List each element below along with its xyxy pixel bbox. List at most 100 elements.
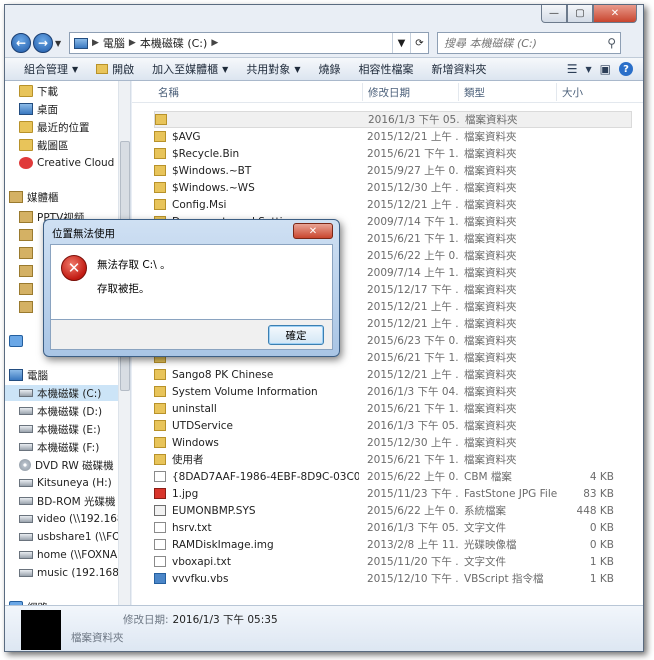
column-divider[interactable]	[556, 83, 557, 101]
nav-item-network-usbshare[interactable]: usbshare1 (\\FOX	[19, 529, 127, 545]
nav-item-recent-places[interactable]: 最近的位置	[19, 119, 90, 135]
include-in-library-button[interactable]: 加入至媒體櫃 ▼	[143, 58, 237, 80]
nav-item-kitsuneya[interactable]: Kitsuneya (H:)	[19, 475, 112, 491]
file-name: {8DAD7AAF-1986-4EBF-8D9C-03C049...	[172, 470, 359, 483]
dialog-close-button[interactable]: ✕	[293, 223, 333, 239]
file-row[interactable]: 2016/1/3 下午 05... 檔案資料夾	[154, 111, 632, 128]
burn-button[interactable]: 燒錄	[309, 58, 349, 80]
file-date: 2015/12/30 上午 ...	[367, 437, 459, 449]
nav-item-computer[interactable]: 電腦	[9, 367, 48, 383]
back-button[interactable]: ←	[11, 33, 31, 53]
file-row[interactable]: Config.Msi 2015/12/21 上午 ... 檔案資料夾	[154, 196, 632, 213]
ok-button[interactable]: 確定	[268, 325, 324, 345]
file-date: 2016/1/3 下午 05...	[368, 114, 460, 126]
help-icon[interactable]: ?	[619, 62, 633, 76]
maximize-button[interactable]: ▢	[567, 5, 593, 23]
file-row[interactable]: uninstall 2015/6/21 下午 1... 檔案資料夾	[154, 400, 632, 417]
file-type: 光碟映像檔	[464, 539, 517, 551]
folder-icon	[154, 182, 166, 193]
address-history-dropdown[interactable]: ▼	[392, 33, 410, 53]
file-row[interactable]: $AVG 2015/12/21 上午 ... 檔案資料夾	[154, 128, 632, 145]
nav-item-bd-rom[interactable]: BD-ROM 光碟機	[19, 493, 116, 509]
file-row[interactable]: vvvfku.vbs 2015/12/10 下午 ... VBScript 指令檔 1…	[154, 570, 632, 587]
nav-item-network-home[interactable]: home (\\FOXNA	[19, 547, 117, 563]
file-row[interactable]: RAMDiskImage.img 2013/2/8 上午 11... 光碟映像檔 0 …	[154, 536, 632, 553]
file-type: 檔案資料夾	[464, 437, 517, 449]
breadcrumb-local-disk-c[interactable]: 本機磁碟 (C:)	[140, 35, 207, 51]
nav-item-creative-cloud[interactable]: Creative Cloud F	[19, 155, 124, 171]
file-name-cell: {8DAD7AAF-1986-4EBF-8D9C-03C049...	[154, 471, 359, 483]
file-row[interactable]: 1.jpg 2015/11/23 下午 ... FastStone JPG File…	[154, 485, 632, 502]
nav-item-drive-d[interactable]: 本機磁碟 (D:)	[19, 403, 102, 419]
column-header-name[interactable]: 名稱	[158, 85, 179, 100]
nav-item-drive-c[interactable]: 本機磁碟 (C:)	[5, 385, 119, 401]
nav-item-library-hidden-5[interactable]	[19, 299, 37, 315]
file-date: 2013/2/8 上午 11...	[367, 539, 459, 551]
file-row[interactable]: System Volume Information 2016/1/3 下午 04.…	[154, 383, 632, 400]
file-date: 2015/12/21 上午 ...	[367, 301, 459, 313]
view-options-icon[interactable]: ☰	[567, 62, 578, 76]
minimize-button[interactable]: —	[541, 5, 567, 23]
file-name: System Volume Information	[172, 385, 318, 398]
breadcrumb-computer[interactable]: 電腦	[103, 35, 125, 51]
address-bar[interactable]: ▶ 電腦 ▶ 本機磁碟 (C:) ▶ ▼ ⟳	[69, 32, 429, 54]
nav-item-desktop[interactable]: 桌面	[19, 101, 58, 117]
search-input[interactable]	[444, 36, 594, 50]
file-row[interactable]: Windows 2015/12/30 上午 ... 檔案資料夾	[154, 434, 632, 451]
share-with-button[interactable]: 共用對象 ▼	[237, 58, 309, 80]
file-row[interactable]: $Windows.~BT 2015/9/27 上午 0... 檔案資料夾	[154, 162, 632, 179]
recent-pages-dropdown[interactable]: ▼	[55, 39, 65, 48]
organize-button[interactable]: 組合管理 ▼	[15, 58, 87, 80]
file-row[interactable]: vboxapi.txt 2015/11/20 下午 ... 文字文件 1 KB	[154, 553, 632, 570]
nav-item-drive-f[interactable]: 本機磁碟 (F:)	[19, 439, 99, 455]
close-button[interactable]: ✕	[593, 5, 637, 23]
column-header-size[interactable]: 大小	[562, 85, 583, 100]
search-box[interactable]: ⚲	[437, 32, 621, 54]
nav-item-network-video[interactable]: video (\\192.168	[19, 511, 124, 527]
file-row[interactable]: hsrv.txt 2016/1/3 下午 05... 文字文件 0 KB	[154, 519, 632, 536]
view-dropdown-icon[interactable]: ▼	[586, 65, 592, 74]
dialog-message-primary: 無法存取 C:\ 。	[97, 259, 171, 271]
file-row[interactable]: Sango8 PK Chinese 2015/12/21 上午 ... 檔案資料夾	[154, 366, 632, 383]
file-row[interactable]: $Windows.~WS 2015/12/30 上午 ... 檔案資料夾	[154, 179, 632, 196]
file-type: 檔案資料夾	[464, 369, 517, 381]
nav-item-library-hidden-1[interactable]	[19, 227, 37, 243]
column-divider[interactable]	[458, 83, 459, 101]
file-row[interactable]: UTDService 2016/1/3 下午 05... 檔案資料夾	[154, 417, 632, 434]
breadcrumb-separator[interactable]: ▶	[211, 38, 218, 48]
column-header-date[interactable]: 修改日期	[368, 85, 410, 100]
nav-item-downloads[interactable]: 下載	[19, 83, 58, 99]
nav-item-library-hidden-4[interactable]	[19, 281, 37, 297]
nav-item-homegroup[interactable]	[9, 333, 27, 349]
nav-item-library-hidden-2[interactable]	[19, 245, 37, 261]
file-name: hsrv.txt	[172, 521, 212, 534]
file-date: 2016/1/3 下午 05...	[367, 522, 459, 534]
desktop-icon	[19, 103, 33, 115]
file-row[interactable]: EUMONBMP.SYS 2015/6/22 上午 0... 系統檔案 448 KB	[154, 502, 632, 519]
nav-item-network-music[interactable]: music (192.168.1	[19, 565, 129, 581]
column-header-type[interactable]: 類型	[464, 85, 485, 100]
nav-item-library-hidden-3[interactable]	[19, 263, 37, 279]
nav-label: usbshare1 (\\FOX	[37, 531, 127, 543]
breadcrumb-separator[interactable]: ▶	[92, 38, 99, 48]
search-icon[interactable]: ⚲	[607, 36, 616, 50]
new-folder-label: 新增資料夾	[431, 63, 487, 76]
breadcrumb-separator[interactable]: ▶	[129, 38, 136, 48]
file-row[interactable]: $Recycle.Bin 2015/6/21 下午 1... 檔案資料夾	[154, 145, 632, 162]
nav-label: 本機磁碟 (F:)	[37, 441, 100, 454]
preview-pane-icon[interactable]: ▣	[600, 62, 611, 76]
compatibility-files-button[interactable]: 相容性檔案	[349, 58, 422, 80]
nav-item-libraries[interactable]: 媒體櫃	[9, 189, 59, 205]
file-name-cell: System Volume Information	[154, 386, 359, 398]
new-folder-button[interactable]: 新增資料夾	[422, 58, 495, 80]
column-divider[interactable]	[362, 83, 363, 101]
nav-item-screenshots[interactable]: 截圖區	[19, 137, 69, 153]
file-row[interactable]: {8DAD7AAF-1986-4EBF-8D9C-03C049... 2015/6…	[154, 468, 632, 485]
open-button[interactable]: 開啟	[87, 58, 143, 80]
refresh-icon[interactable]: ⟳	[410, 33, 428, 53]
file-row[interactable]: 使用者 2015/6/21 下午 1... 檔案資料夾	[154, 451, 632, 468]
nav-item-drive-e[interactable]: 本機磁碟 (E:)	[19, 421, 101, 437]
nav-item-dvd-rw[interactable]: DVD RW 磁碟機	[19, 457, 114, 473]
forward-button[interactable]: →	[33, 33, 53, 53]
file-name: $AVG	[172, 130, 201, 143]
